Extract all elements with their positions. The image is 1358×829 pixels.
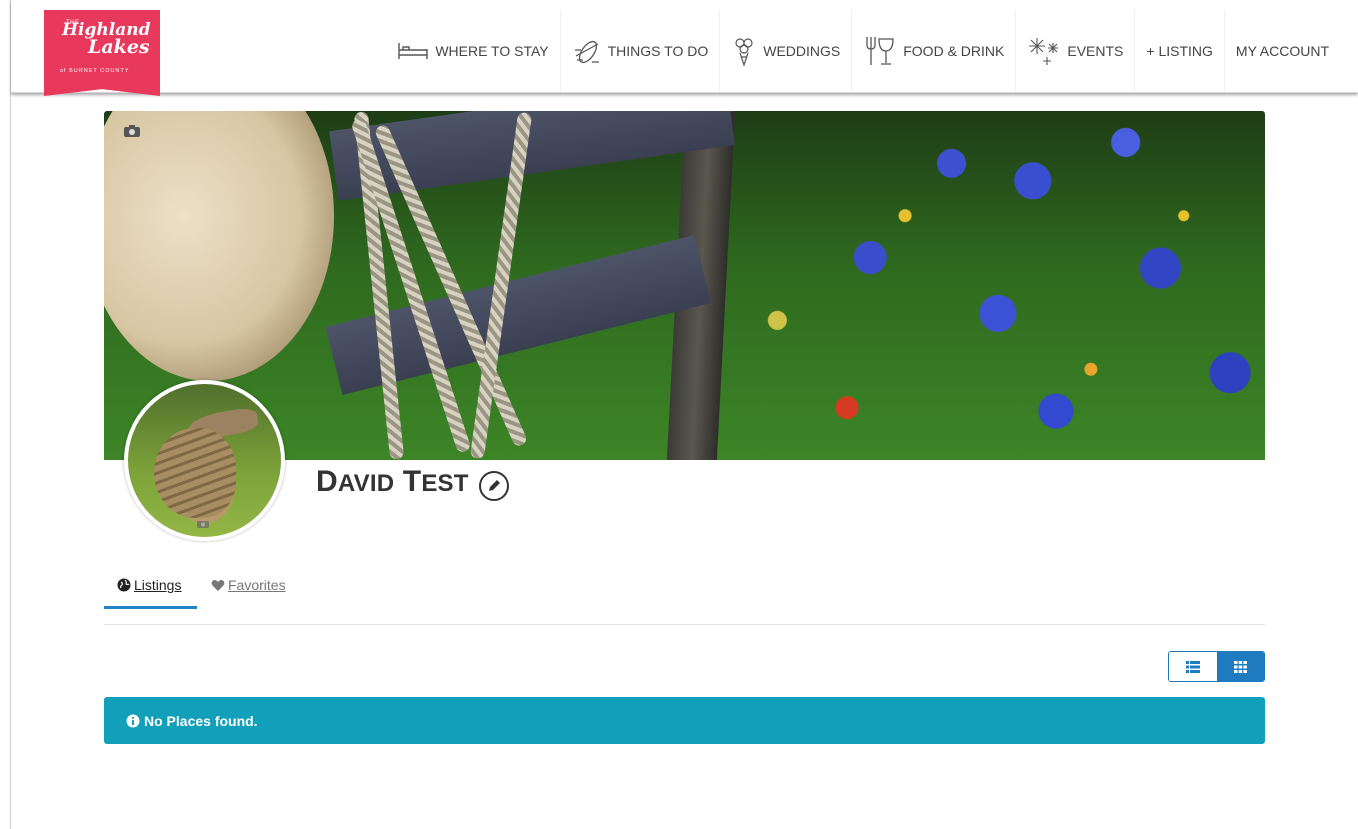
info-icon bbox=[126, 714, 140, 727]
avatar-camera-icon[interactable] bbox=[196, 518, 210, 529]
cover-camera-icon[interactable] bbox=[122, 123, 142, 139]
logo-line-2: Lakes bbox=[88, 36, 150, 58]
name-rest-first: AVID bbox=[337, 470, 395, 497]
globe-icon bbox=[117, 578, 131, 592]
tab-listings[interactable]: Listings bbox=[117, 577, 181, 593]
heart-icon bbox=[211, 579, 225, 591]
tab-listings-label: Listings bbox=[134, 577, 182, 593]
kayak-icon bbox=[574, 40, 599, 64]
nav-label: WEDDINGS bbox=[763, 43, 841, 59]
list-view-icon bbox=[1185, 660, 1200, 673]
site-logo[interactable]: THE Highland Lakes of BURNET COUNTY bbox=[44, 10, 160, 96]
fireworks-icon bbox=[1029, 38, 1059, 65]
tab-favorites-label: Favorites bbox=[228, 577, 286, 593]
site-header: THE Highland Lakes of BURNET COUNTY WHER… bbox=[11, 0, 1358, 96]
nav-label: EVENTS bbox=[1067, 43, 1124, 59]
nav-food-drink[interactable]: FOOD & DRINK bbox=[851, 10, 1015, 92]
nav-events[interactable]: EVENTS bbox=[1015, 10, 1134, 92]
nav-label: MY ACCOUNT bbox=[1235, 43, 1329, 59]
nav-where-to-stay[interactable]: WHERE TO STAY bbox=[386, 10, 559, 92]
profile-name: DAVID TEST bbox=[316, 465, 469, 499]
nav-label: THINGS TO DO bbox=[607, 43, 709, 59]
nav-add-listing[interactable]: + LISTING bbox=[1134, 10, 1224, 92]
page-left-border bbox=[10, 0, 11, 829]
nav-label: + LISTING bbox=[1146, 43, 1213, 59]
alert-message: No Places found. bbox=[144, 712, 258, 729]
name-rest-last: EST bbox=[421, 470, 469, 497]
name-initial-first: D bbox=[316, 465, 338, 498]
nav-label: WHERE TO STAY bbox=[435, 43, 549, 59]
tab-favorites[interactable]: Favorites bbox=[211, 577, 286, 593]
bed-icon bbox=[398, 43, 429, 59]
bouquet-icon bbox=[735, 38, 753, 67]
fork-wine-icon bbox=[866, 37, 894, 65]
avatar bbox=[124, 380, 285, 541]
view-toggle bbox=[1168, 651, 1265, 682]
nav-my-account[interactable]: MY ACCOUNT bbox=[1223, 10, 1340, 92]
grid-view-icon bbox=[1233, 660, 1247, 673]
active-tab-indicator bbox=[104, 606, 197, 609]
nav-label: FOOD & DRINK bbox=[903, 43, 1005, 59]
name-initial-last: T bbox=[402, 465, 422, 498]
no-places-alert: No Places found. bbox=[104, 697, 1265, 744]
armadillo-shell bbox=[154, 428, 236, 518]
edit-profile-button[interactable] bbox=[479, 471, 509, 501]
main-nav: WHERE TO STAY THINGS TO DO WEDDINGS FOOD… bbox=[386, 10, 1340, 92]
profile-tabs: Listings Favorites bbox=[104, 565, 1265, 625]
nav-weddings[interactable]: WEDDINGS bbox=[719, 10, 851, 92]
grid-view-button[interactable] bbox=[1216, 652, 1264, 681]
cowboy-hat bbox=[104, 111, 334, 381]
cover-photo bbox=[104, 111, 1265, 460]
logo-subtitle: of BURNET COUNTY bbox=[60, 68, 130, 74]
list-view-button[interactable] bbox=[1169, 652, 1217, 681]
pencil-icon bbox=[489, 480, 500, 491]
nav-things-to-do[interactable]: THINGS TO DO bbox=[559, 10, 720, 92]
